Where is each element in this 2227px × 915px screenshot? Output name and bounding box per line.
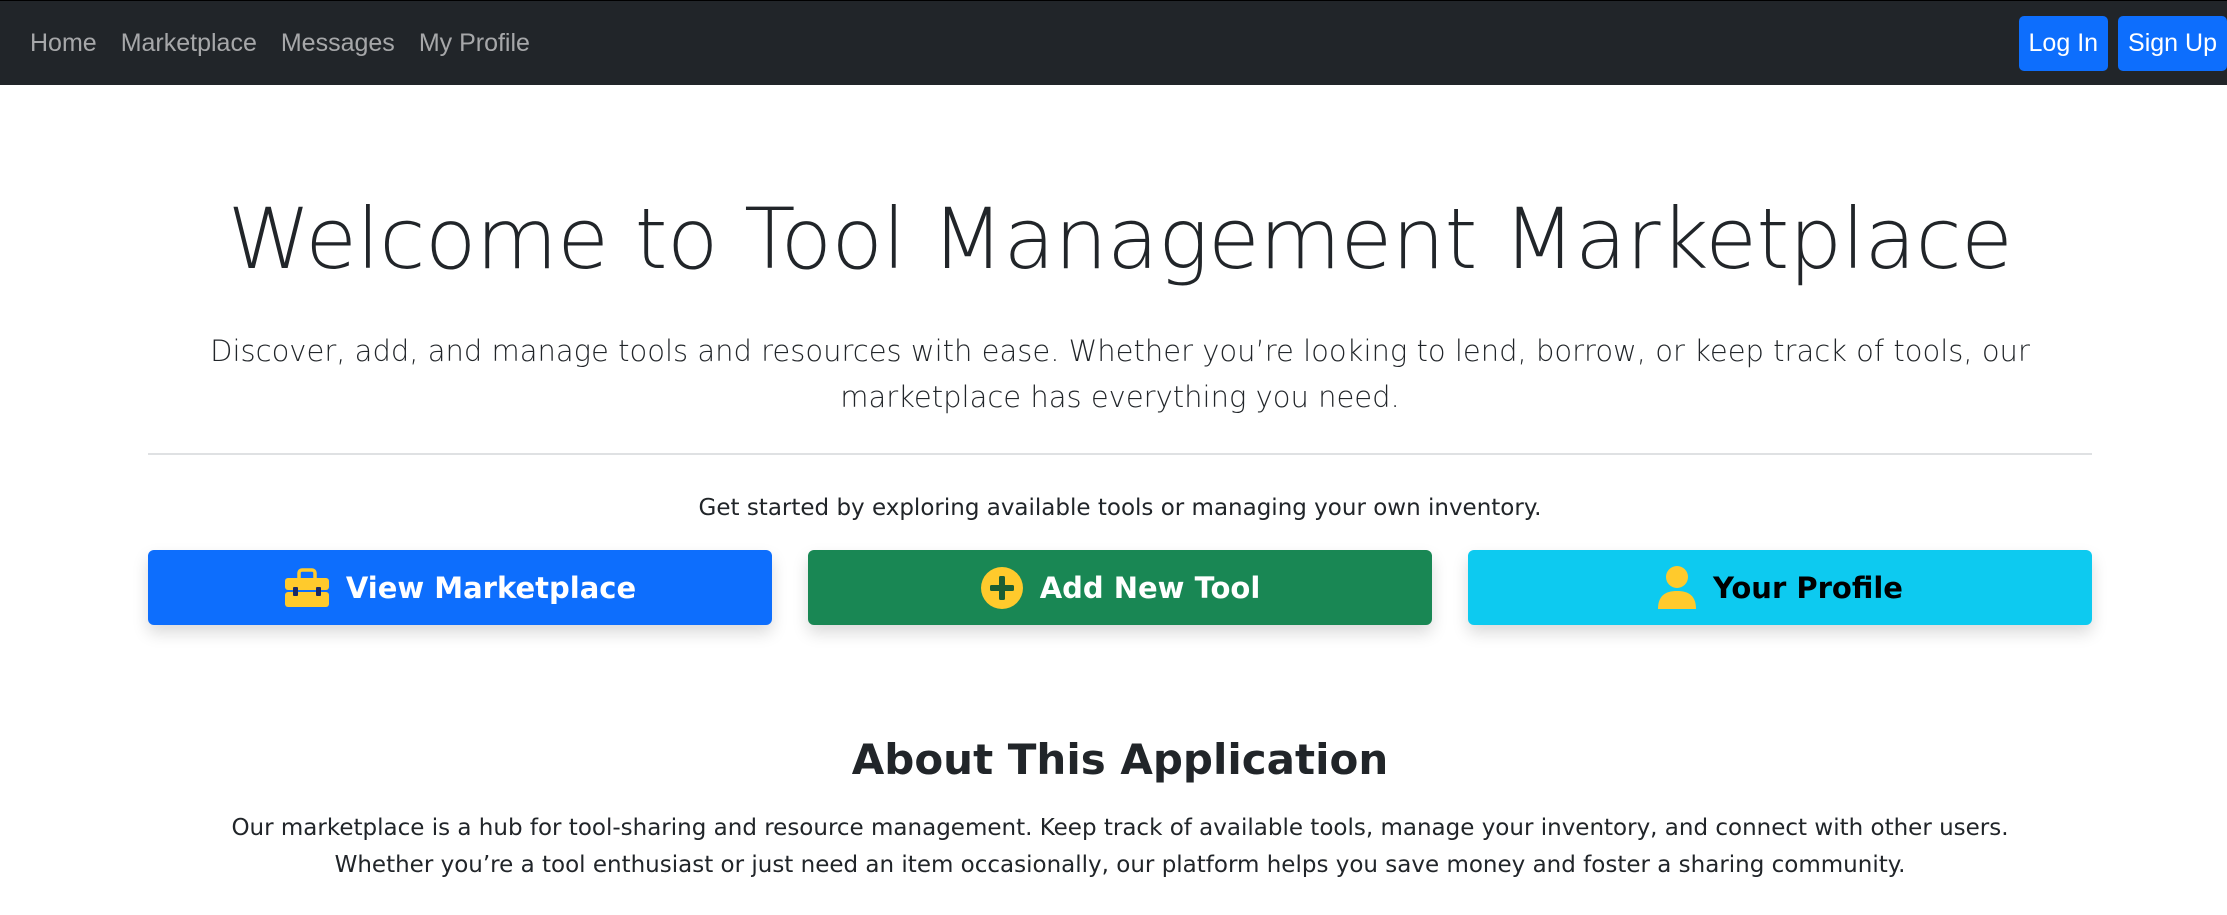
- about-text: Our marketplace is a hub for tool-sharin…: [231, 815, 2009, 878]
- nav-link-home[interactable]: Home: [30, 29, 97, 58]
- person-icon: [1657, 565, 1697, 611]
- nav-links: Home Marketplace Messages My Profile: [30, 1, 554, 86]
- nav-link-messages[interactable]: Messages: [281, 29, 395, 58]
- your-profile-button[interactable]: Your Profile: [1468, 550, 2092, 625]
- about-title: About This Application: [851, 735, 1389, 784]
- signup-button[interactable]: Sign Up: [2118, 16, 2227, 71]
- your-profile-label: Your Profile: [1713, 570, 1903, 605]
- hero-lead: Discover, add, and manage tools and reso…: [210, 334, 2030, 414]
- add-new-tool-label: Add New Tool: [1039, 570, 1261, 605]
- nav-link-marketplace[interactable]: Marketplace: [121, 29, 257, 58]
- login-button[interactable]: Log In: [2018, 16, 2109, 71]
- page-title: Welcome to Tool Management Marketplace: [227, 190, 2013, 288]
- hero-divider: [148, 453, 2092, 455]
- nav-link-my-profile[interactable]: My Profile: [419, 29, 530, 58]
- top-navbar: Home Marketplace Messages My Profile Log…: [0, 0, 2227, 85]
- view-marketplace-label: View Marketplace: [345, 570, 637, 605]
- hero-subtitle: Get started by exploring available tools…: [698, 495, 1542, 521]
- add-new-tool-button[interactable]: Add New Tool: [808, 550, 1432, 625]
- auth-buttons: Log In Sign Up: [2009, 16, 2227, 71]
- toolbox-icon: [284, 567, 330, 608]
- view-marketplace-button[interactable]: View Marketplace: [148, 550, 772, 625]
- plus-circle-icon: [980, 566, 1024, 610]
